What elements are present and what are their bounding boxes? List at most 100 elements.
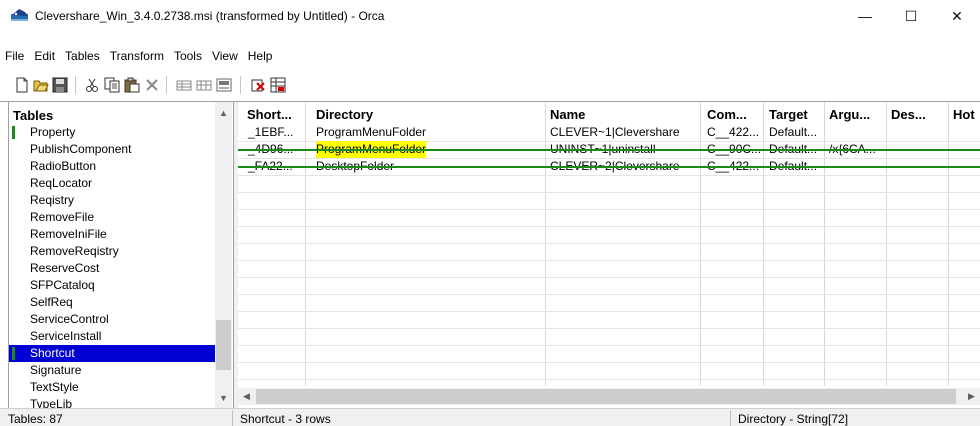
row-divider <box>238 277 980 278</box>
table-list-item-label: ReqLocator <box>30 176 93 190</box>
column-header-description[interactable]: Des... <box>891 107 926 122</box>
table-list-item-label: TypeLib <box>30 397 73 408</box>
table-list-item[interactable]: RemoveIniFile <box>9 226 215 243</box>
table-list-item-label: RemoveIniFile <box>30 227 107 241</box>
table-list-item[interactable]: RemoveFile <box>9 209 215 226</box>
table-list-item-label: Reqistry <box>30 193 75 207</box>
menu-tables[interactable]: Tables <box>60 46 105 68</box>
table-cell[interactable]: ProgramMenuFolder <box>316 124 426 141</box>
validate-icon[interactable] <box>251 77 267 93</box>
tables-scrollbar[interactable]: ▲ ▼ <box>215 102 232 408</box>
column-divider <box>824 102 825 386</box>
maximize-button[interactable]: ☐ <box>888 0 934 32</box>
save-icon[interactable] <box>52 77 68 93</box>
column-divider <box>700 102 701 386</box>
close-button[interactable]: ✕ <box>934 0 980 32</box>
table-list-item[interactable]: ServiceControl <box>9 311 215 328</box>
add-row-icon[interactable] <box>176 77 192 93</box>
row-divider <box>238 294 980 295</box>
row-divider <box>238 192 980 193</box>
table-list-item[interactable]: ReqLocator <box>9 175 215 192</box>
table-list-item-label: Shortcut <box>30 346 75 360</box>
orca-app-icon <box>11 9 28 21</box>
table-grid: Short... Directory Name Com... Target Ar… <box>238 102 980 408</box>
column-header-shortcut[interactable]: Short... <box>247 107 292 122</box>
row-divider <box>238 311 980 312</box>
scroll-thumb[interactable] <box>216 320 231 370</box>
table-list-item-label: RemoveFile <box>30 210 95 224</box>
column-divider <box>886 102 887 386</box>
cut-icon[interactable] <box>84 77 100 93</box>
paste-icon[interactable] <box>124 77 140 93</box>
copy-icon[interactable] <box>104 77 120 93</box>
column-header-arguments[interactable]: Argu... <box>829 107 870 122</box>
column-header-target[interactable]: Target <box>769 107 808 122</box>
table-list-item[interactable]: Signature <box>9 362 215 379</box>
status-divider <box>730 410 731 426</box>
menu-view[interactable]: View <box>207 46 243 68</box>
column-header-hotkey[interactable]: Hot <box>953 107 975 122</box>
tables-list: Property PublishComponent RadioButton ReqLo… <box>9 124 215 408</box>
table-list-item-label: Property <box>30 125 76 139</box>
menu-file[interactable]: File <box>0 46 29 68</box>
menu-bar: File Edit Tables Transform Tools View He… <box>0 46 277 68</box>
scroll-thumb[interactable] <box>256 389 956 404</box>
toolbar-separator <box>166 76 167 94</box>
table-list-item[interactable]: Property <box>9 124 215 141</box>
changed-marker <box>12 126 15 139</box>
table-list-item-label: ServiceInstall <box>30 329 102 343</box>
table-list-item-label: RadioButton <box>30 159 97 173</box>
menu-edit[interactable]: Edit <box>29 46 60 68</box>
row-divider <box>238 345 980 346</box>
table-list-item[interactable]: Reqistry <box>9 192 215 209</box>
open-icon[interactable] <box>33 77 49 93</box>
table-cell[interactable]: C__422... <box>707 124 759 141</box>
table-cell[interactable]: CLEVER~1|Clevershare <box>550 124 680 141</box>
toolbar <box>0 72 980 98</box>
merge-module-icon[interactable] <box>270 77 286 93</box>
column-divider <box>545 102 546 386</box>
table-list-item[interactable]: SelfReq <box>9 294 215 311</box>
menu-tools[interactable]: Tools <box>169 46 207 68</box>
table-list-item[interactable]: TypeLib <box>9 396 215 408</box>
delete-icon[interactable] <box>144 77 160 93</box>
column-header-directory[interactable]: Directory <box>316 107 373 122</box>
table-list-item[interactable]: RemoveReqistry <box>9 243 215 260</box>
horizontal-scrollbar[interactable]: ◀ ▶ <box>238 388 980 405</box>
table-list-item-label: TextStyle <box>30 380 79 394</box>
table-list-item[interactable]: RadioButton <box>9 158 215 175</box>
scroll-left-icon[interactable]: ◀ <box>238 388 255 405</box>
column-header-name[interactable]: Name <box>550 107 585 122</box>
menu-help[interactable]: Help <box>243 46 278 68</box>
table-list-item[interactable]: TextStyle <box>9 379 215 396</box>
table-cell[interactable]: _1EBF... <box>248 124 293 141</box>
new-icon[interactable] <box>14 77 30 93</box>
column-divider <box>763 102 764 386</box>
table-cell[interactable]: Default... <box>769 124 817 141</box>
deleted-row-strike <box>238 149 980 151</box>
table-list-item[interactable]: ReserveCost <box>9 260 215 277</box>
status-tables-count: Tables: 87 <box>8 412 63 426</box>
status-bar: Tables: 87 Shortcut - 3 rows Directory -… <box>0 408 980 426</box>
table-list-item[interactable]: SFPCataloq <box>9 277 215 294</box>
scroll-right-icon[interactable]: ▶ <box>963 388 980 405</box>
row-divider <box>238 226 980 227</box>
row-divider <box>238 328 980 329</box>
status-divider <box>232 410 233 426</box>
table-list-item[interactable]: ServiceInstall <box>9 328 215 345</box>
table-list-item[interactable]: Shortcut <box>9 345 215 362</box>
status-rows-info: Shortcut - 3 rows <box>240 412 331 426</box>
add-table-icon[interactable] <box>196 77 212 93</box>
tables-header: Tables <box>13 108 54 123</box>
scroll-up-icon[interactable]: ▲ <box>215 104 232 121</box>
column-header-component[interactable]: Com... <box>707 107 747 122</box>
table-list-item-label: ServiceControl <box>30 312 109 326</box>
column-divider <box>948 102 949 386</box>
menu-transform[interactable]: Transform <box>105 46 169 68</box>
minimize-button[interactable]: — <box>842 0 888 32</box>
table-list-item[interactable]: PublishComponent <box>9 141 215 158</box>
drop-table-icon[interactable] <box>216 77 232 93</box>
tables-pane: Tables Property PublishComponent RadioButt… <box>8 102 232 408</box>
table-list-item-label: PublishComponent <box>30 142 132 156</box>
scroll-down-icon[interactable]: ▼ <box>215 389 232 406</box>
